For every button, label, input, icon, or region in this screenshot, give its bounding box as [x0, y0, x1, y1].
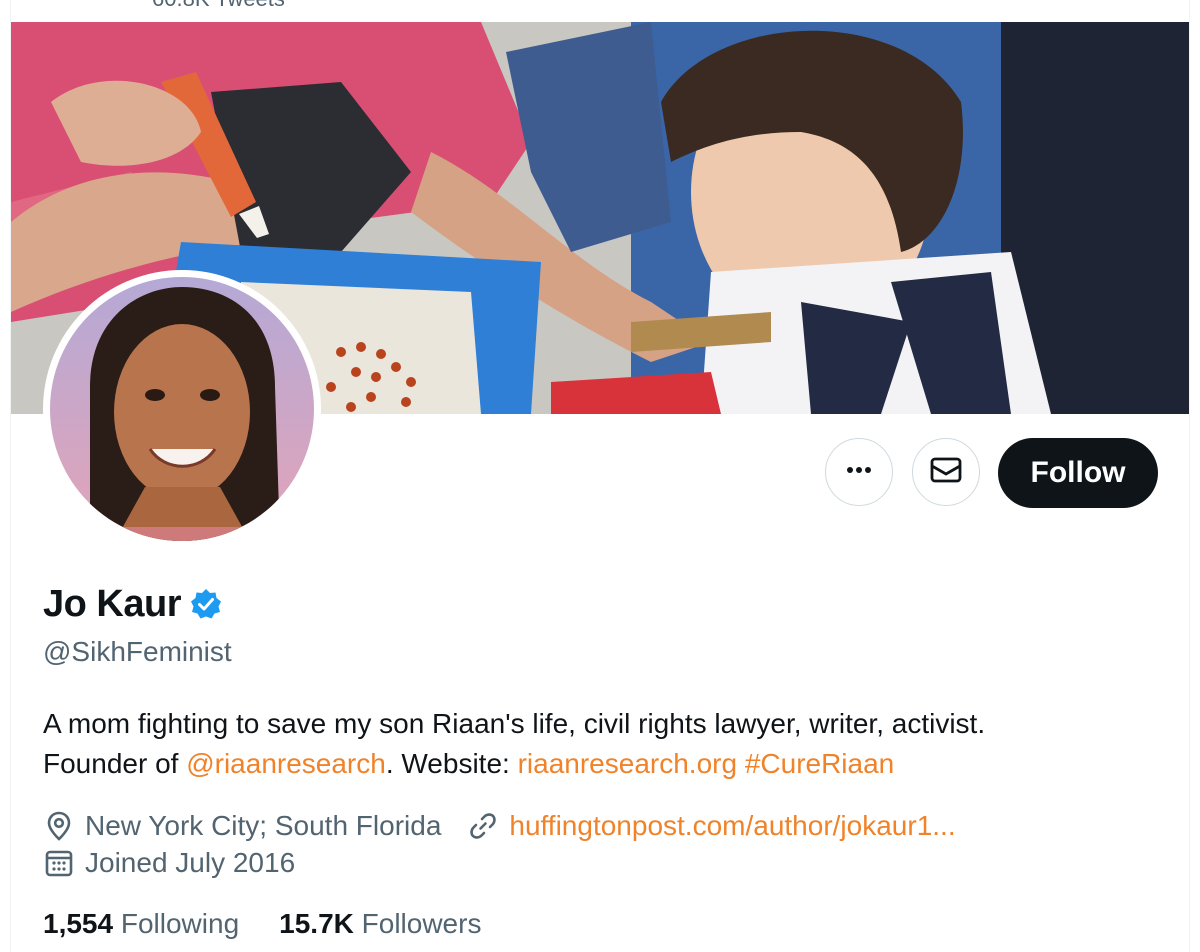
followers-link[interactable]: 15.7K Followers: [279, 906, 481, 942]
hashtag-link[interactable]: #CureRiaan: [745, 748, 894, 779]
followers-count: 15.7K: [279, 908, 354, 939]
calendar-icon: [43, 847, 75, 879]
bio-line-2: Founder of @riaanresearch. Website: riaa…: [43, 744, 1163, 784]
envelope-icon: [928, 452, 964, 493]
location-text: New York City; South Florida: [85, 810, 442, 841]
following-link[interactable]: 1,554 Following: [43, 906, 239, 942]
joined-text: Joined July 2016: [85, 847, 296, 878]
joined-item: Joined July 2016: [43, 845, 295, 881]
mention-link[interactable]: @riaanresearch: [186, 748, 386, 779]
column-border-right: [1189, 0, 1190, 952]
follow-stats: 1,554 Following 15.7K Followers: [43, 906, 521, 942]
location-pin-icon: [43, 810, 75, 842]
message-button[interactable]: [912, 438, 980, 506]
bio-prefix: Founder of: [43, 748, 187, 779]
bio-line-1: A mom fighting to save my son Riaan's li…: [43, 708, 986, 739]
follow-button[interactable]: Follow: [998, 438, 1158, 508]
display-name-text: Jo Kaur: [43, 583, 181, 625]
tweet-count: 60.8K Tweets: [152, 0, 285, 12]
bio-middle: . Website:: [385, 748, 518, 779]
profile-bio: A mom fighting to save my son Riaan's li…: [43, 704, 1163, 784]
profile-page: 60.8K Tweets: [0, 0, 1200, 952]
url-item[interactable]: huffingtonpost.com/author/jokaur1...: [467, 808, 956, 844]
bio-space: [737, 748, 745, 779]
verified-badge-icon[interactable]: [189, 587, 223, 621]
profile-meta-row: New York City; South Florida huffingtonp…: [43, 808, 982, 844]
avatar-photo: [50, 277, 314, 541]
followers-label: Followers: [361, 908, 482, 939]
user-handle: @SikhFeminist: [43, 636, 232, 667]
profile-avatar[interactable]: [43, 270, 321, 548]
more-options-button[interactable]: [825, 438, 893, 506]
profile-url-link[interactable]: huffingtonpost.com/author/jokaur1...: [509, 808, 955, 844]
following-count: 1,554: [43, 908, 114, 939]
link-icon: [467, 810, 499, 842]
display-name: Jo Kaur: [43, 582, 223, 626]
profile-meta-row-joined: Joined July 2016: [43, 845, 321, 881]
website-link[interactable]: riaanresearch.org: [518, 748, 737, 779]
location-item: New York City; South Florida: [43, 808, 441, 844]
more-icon: [843, 454, 875, 491]
following-label: Following: [120, 908, 240, 939]
